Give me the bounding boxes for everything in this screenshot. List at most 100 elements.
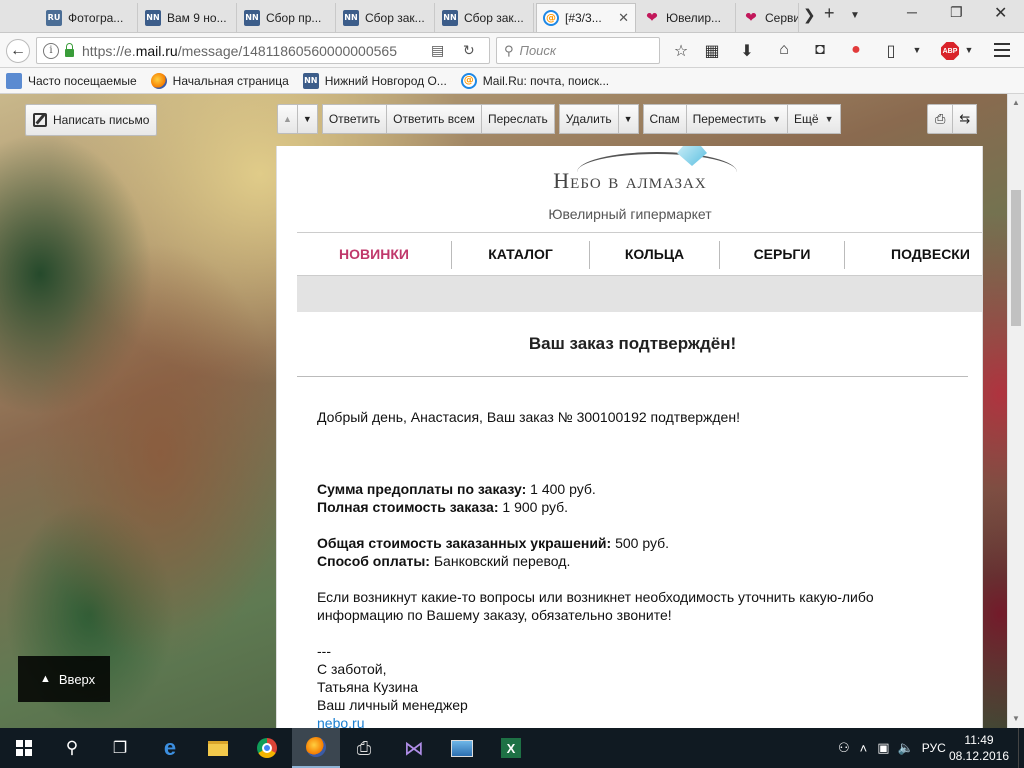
delete-button[interactable]: Удалить	[558, 104, 619, 134]
message-toolbar: ▲ ▼ Ответить Ответить всем Переслать Уда…	[277, 104, 841, 134]
home-icon[interactable]: ⌂	[773, 41, 795, 59]
photos-app-icon[interactable]	[438, 728, 486, 768]
more-button[interactable]: Ещё ▼	[788, 104, 841, 134]
clock-time: 11:49	[964, 733, 994, 747]
tab-3[interactable]: NN Сбор пр...	[238, 3, 336, 32]
network-icon[interactable]: ▣	[877, 740, 889, 756]
chrome-icon[interactable]	[243, 728, 291, 768]
tab-4[interactable]: NN Сбор зак...	[337, 3, 435, 32]
menu-item-rings[interactable]: КОЛЬЦА	[590, 233, 719, 275]
tab-8[interactable]: ❤ Серви	[737, 3, 799, 32]
signature-link[interactable]: nebo.ru	[317, 714, 967, 728]
folder-shape	[208, 740, 228, 756]
start-button[interactable]	[0, 728, 48, 768]
search-taskbar-icon[interactable]: ⚲	[48, 728, 96, 768]
compose-pencil-icon	[33, 113, 47, 127]
tab-strip: RU Фотогра... NN Вам 9 но... NN Сбор пр.…	[0, 0, 1024, 33]
bookmark-star-icon[interactable]: ☆	[670, 41, 692, 61]
brand-name: Небо в алмазах	[553, 168, 707, 193]
compose-button[interactable]: Написать письмо	[25, 104, 158, 136]
scroll-tabs-right-icon[interactable]: ❯	[803, 6, 816, 24]
hamburger-menu-icon[interactable]	[994, 43, 1010, 61]
tab-label: Серви	[765, 10, 799, 25]
previous-message-icon[interactable]: ▲	[277, 104, 298, 134]
url-text[interactable]: https://e.mail.ru/message/14811860560000…	[82, 43, 397, 59]
scrollbar-thumb[interactable]	[1011, 190, 1021, 326]
back-arrow-icon[interactable]: ←	[6, 39, 30, 63]
excel-icon[interactable]: X	[487, 728, 535, 768]
menu-item-catalog[interactable]: КАТАЛОГ	[452, 233, 589, 275]
file-explorer-icon[interactable]	[194, 728, 242, 768]
clock[interactable]: 11:49 08.12.2016	[946, 732, 1012, 764]
addon-menu-chevron-icon[interactable]: ▼	[906, 45, 928, 55]
show-desktop-button[interactable]	[1018, 728, 1024, 768]
page-scrollbar[interactable]: ▲ ▼	[1007, 94, 1024, 728]
edge-icon[interactable]: e	[146, 728, 194, 768]
brand-logo[interactable]: Небо в алмазах Ювелирный гипермаркет	[277, 146, 982, 230]
tab-5[interactable]: NN Сбор зак...	[436, 3, 534, 32]
lock-icon	[65, 42, 74, 57]
info-icon[interactable]: i	[43, 42, 59, 59]
search-bar[interactable]: ⚲ Поиск	[496, 37, 660, 64]
tab-label: [#3/3...	[565, 11, 602, 25]
forward-button[interactable]: Переслать	[481, 104, 555, 134]
minimize-icon[interactable]: ─	[907, 4, 917, 20]
email-body: Добрый день, Анастасия, Ваш заказ № 3001…	[317, 408, 967, 728]
new-tab-icon[interactable]: +	[824, 3, 835, 24]
tab-1[interactable]: RU Фотогра...	[40, 3, 138, 32]
scroll-up-arrow-icon[interactable]: ▲	[1008, 98, 1024, 107]
firefox-taskbar-icon[interactable]	[292, 728, 340, 768]
reload-icon[interactable]: ↻	[463, 42, 475, 59]
restore-icon[interactable]: ❐	[950, 4, 963, 21]
reply-all-button[interactable]: Ответить всем	[387, 104, 482, 134]
menu-item-pendants[interactable]: ПОДВЕСКИ	[891, 233, 970, 275]
volume-icon[interactable]: 🔈	[898, 740, 914, 756]
bookmark-mailru[interactable]: @ Mail.Ru: почта, поиск...	[460, 72, 609, 89]
windows-logo-icon	[16, 740, 32, 756]
clipboard-icon[interactable]: ▯	[880, 41, 902, 61]
address-bar[interactable]: i https://e.mail.ru/message/148118605600…	[36, 37, 490, 64]
translate-icon[interactable]: ⇆	[953, 104, 978, 134]
scroll-down-arrow-icon[interactable]: ▼	[1008, 714, 1024, 723]
search-input[interactable]: Поиск	[520, 43, 557, 58]
colorful-addon-icon[interactable]: ●	[845, 41, 867, 59]
signature-role: Ваш личный менеджер	[317, 697, 468, 713]
bookmark-nizhny-novgorod[interactable]: NN Нижний Новгород О...	[302, 72, 447, 89]
visual-studio-icon[interactable]: ⋈	[390, 728, 438, 768]
questions-text-2: информацию по Вашему заказу, обязательно…	[317, 607, 672, 623]
chevron-up-icon[interactable]: ˄	[860, 741, 868, 756]
tab-label: Фотогра...	[68, 10, 124, 25]
tab-6-active[interactable]: @ [#3/3... ✕	[536, 3, 636, 32]
printer-app-icon[interactable]: ⎙	[340, 728, 388, 768]
downloads-icon[interactable]: ⬇	[736, 41, 758, 61]
pocket-icon[interactable]: ◘	[809, 41, 831, 59]
close-window-icon[interactable]: ✕	[994, 3, 1007, 23]
bookmarks-toolbar: Часто посещаемые Начальная страница NN Н…	[0, 68, 1024, 94]
task-view-icon[interactable]: ❐	[96, 728, 144, 768]
bookmark-start-page[interactable]: Начальная страница	[150, 72, 289, 89]
nn-favicon: NN	[145, 9, 161, 26]
chevron-down-icon: ▼	[772, 114, 782, 124]
next-message-icon[interactable]: ▼	[297, 104, 318, 134]
delete-options-chevron-icon[interactable]: ▼	[618, 104, 639, 134]
print-icon[interactable]: ⎙	[927, 104, 954, 134]
close-tab-icon[interactable]: ✕	[612, 10, 629, 26]
reply-button[interactable]: Ответить	[321, 104, 388, 134]
tab-2[interactable]: NN Вам 9 но...	[139, 3, 237, 32]
scroll-to-top-button[interactable]: ▲ Вверх	[18, 656, 110, 702]
spam-button[interactable]: Спам	[642, 104, 687, 134]
menu-item-earrings[interactable]: СЕРЬГИ	[720, 233, 844, 275]
language-indicator[interactable]: РУС	[922, 741, 946, 755]
clock-date: 08.12.2016	[948, 749, 1010, 763]
move-button[interactable]: Переместить ▼	[686, 104, 789, 134]
menu-item-new[interactable]: НОВИНКИ	[297, 233, 451, 275]
tab-7[interactable]: ❤ Ювелир...	[638, 3, 736, 32]
tab-label: Сбор пр...	[266, 10, 322, 25]
people-tray-icon[interactable]: ⚇	[838, 740, 850, 756]
adblock-menu-chevron-icon[interactable]: ▼	[958, 45, 980, 55]
reader-view-icon[interactable]: ▤	[431, 42, 444, 59]
bookmark-most-visited[interactable]: Часто посещаемые	[6, 72, 137, 89]
tab-list-chevron-icon[interactable]: ▼	[850, 10, 860, 21]
bookmarks-list-icon[interactable]: ▦	[701, 41, 723, 61]
adblock-plus-icon[interactable]: ABP	[941, 42, 959, 60]
